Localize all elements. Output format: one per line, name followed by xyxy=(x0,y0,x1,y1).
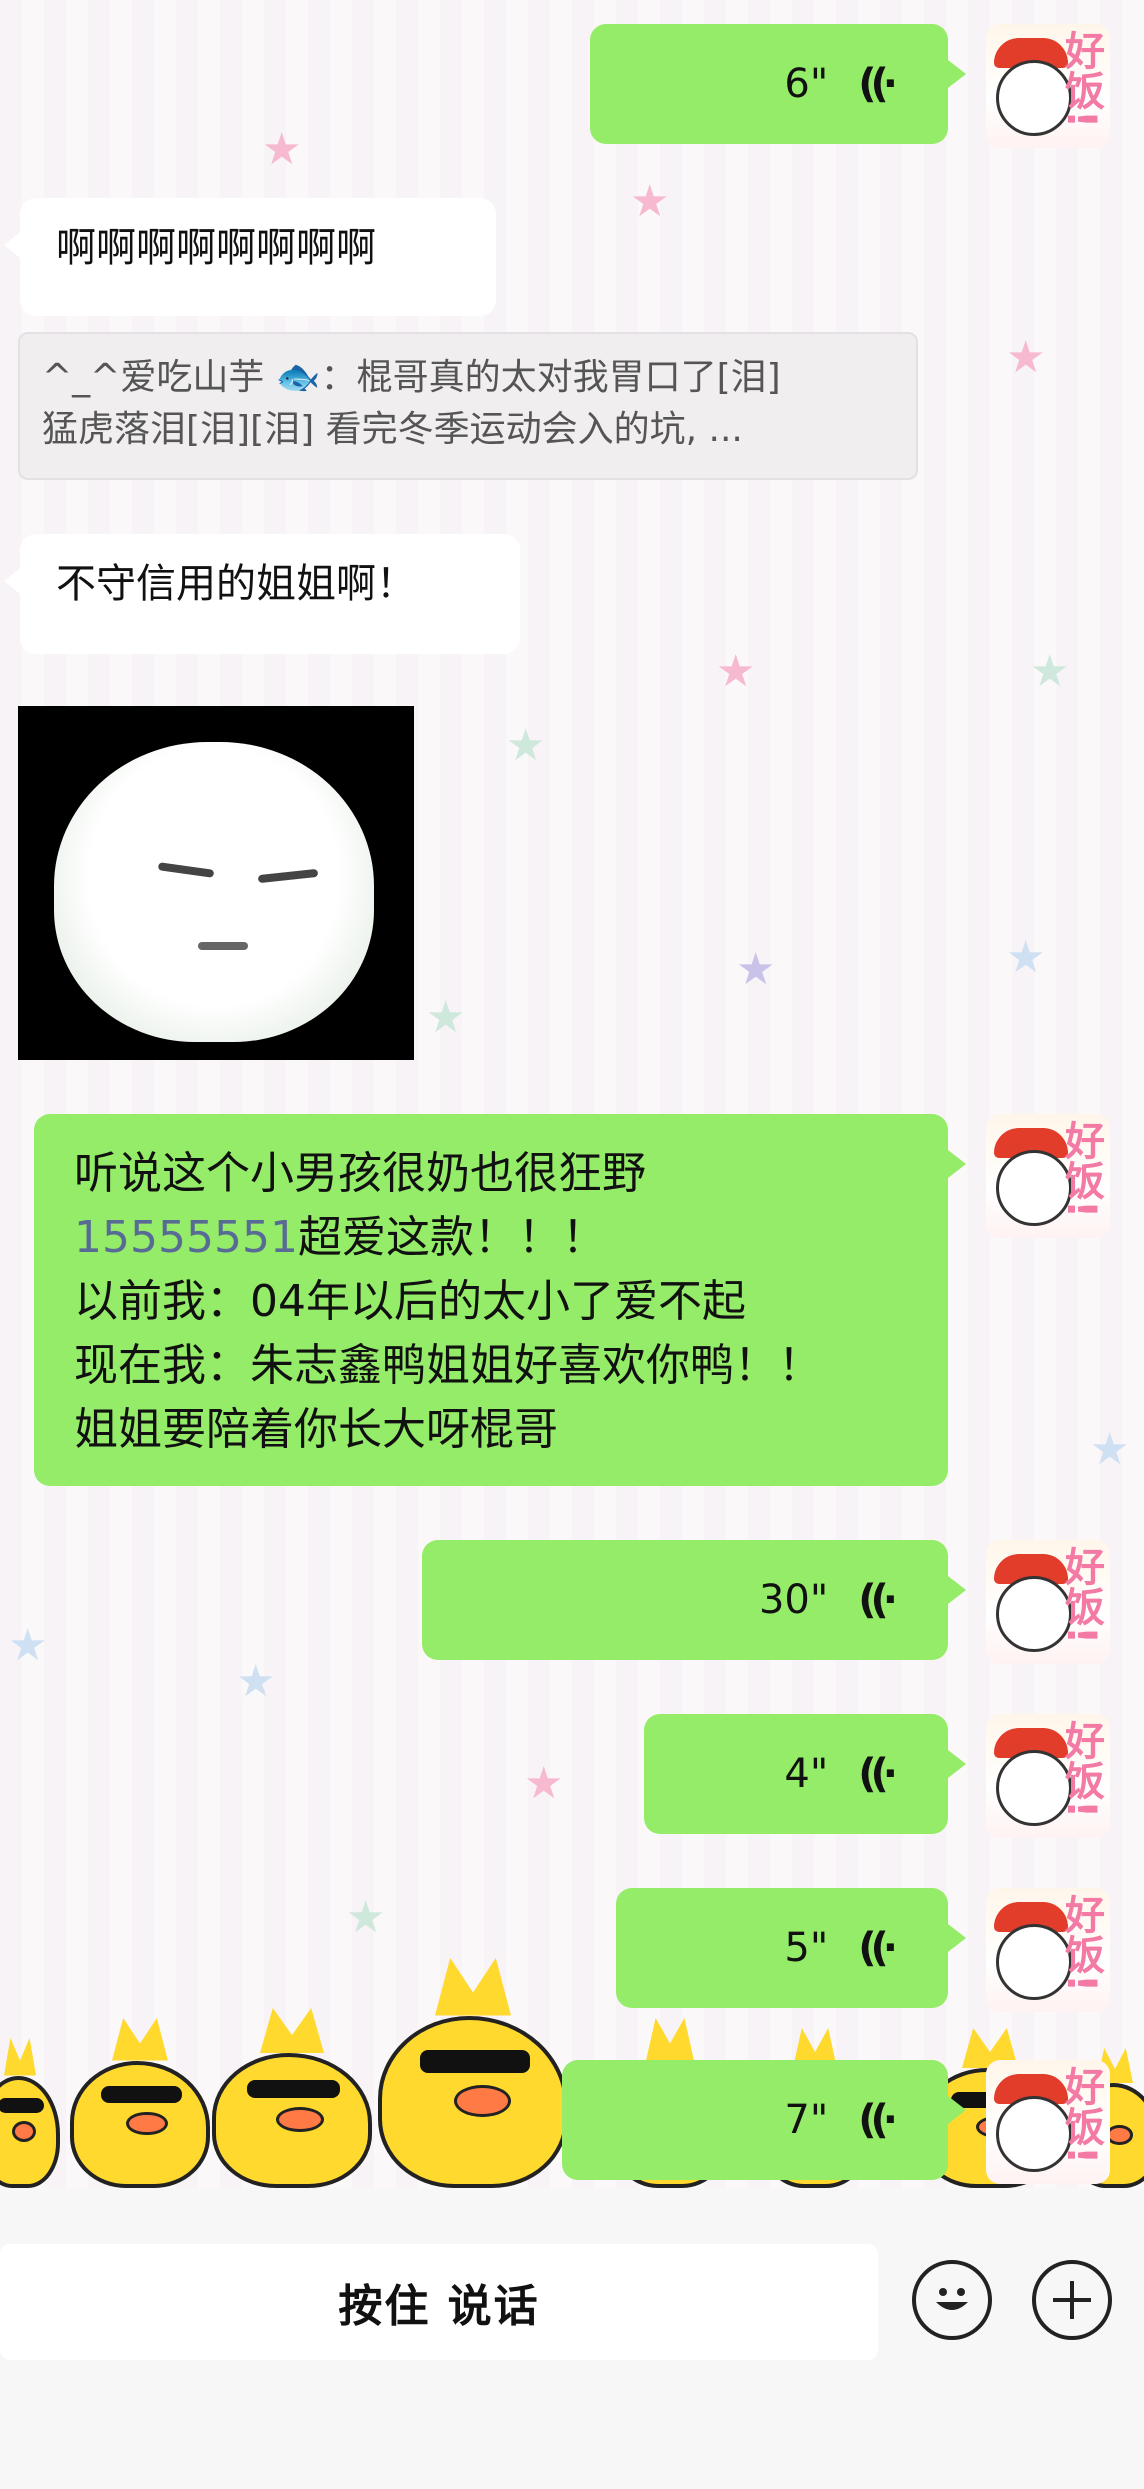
panda-meme-sticker[interactable] xyxy=(18,706,414,1060)
star-decoration: ★ xyxy=(506,720,546,771)
message-text: 不守信用的姐姐啊！ xyxy=(56,561,416,607)
message-text: 啊啊啊啊啊啊啊啊 xyxy=(56,225,376,271)
star-decoration: ★ xyxy=(736,944,776,995)
message-line: 现在我：朱志鑫鸭姐姐好喜欢你鸭！！ xyxy=(74,1340,822,1391)
message-line: 听说这个小男孩很奶也很狂野 xyxy=(74,1148,646,1199)
duck-sticker xyxy=(0,2038,60,2188)
message-line: 以前我：04年以后的太小了爱不起 xyxy=(74,1276,746,1327)
plus-icon[interactable] xyxy=(1032,2260,1112,2340)
phone-number-link[interactable]: 15555551 xyxy=(74,1212,298,1263)
text-message[interactable]: 不守信用的姐姐啊！ xyxy=(4,534,520,654)
star-decoration: ★ xyxy=(426,992,466,1043)
chat-background: ★ ★ ★ ★ ★ ★ ★ ★ ★ ★ ★ ★ ★ ★ 6" ((· 好饭! 啊… xyxy=(0,0,1144,2188)
input-bar: 按住 说话 xyxy=(0,2188,1144,2489)
voice-wave-icon: ((· xyxy=(858,1751,898,1797)
duck-sticker xyxy=(212,2008,372,2188)
voice-message[interactable]: 30" ((· xyxy=(422,1540,966,1660)
avatar[interactable]: 好饭! xyxy=(986,2060,1110,2184)
avatar[interactable]: 好饭! xyxy=(986,1540,1110,1664)
avatar-text: 好饭! xyxy=(1058,2066,1104,2165)
voice-message[interactable]: 7" ((· xyxy=(562,2060,966,2180)
voice-message[interactable]: 4" ((· xyxy=(644,1714,966,1834)
message-line: 超爱这款！！！ xyxy=(297,1212,606,1263)
avatar-text: 好饭! xyxy=(1058,30,1104,129)
voice-message[interactable]: 6" ((· xyxy=(590,24,966,144)
star-decoration: ★ xyxy=(8,1620,48,1671)
voice-wave-icon: ((· xyxy=(858,1577,898,1623)
avatar-text: 好饭! xyxy=(1058,1546,1104,1645)
text-message[interactable]: 听说这个小男孩很奶也很狂野 15555551超爱这款！！！ 以前我：04年以后的… xyxy=(34,1114,966,1486)
message-line: 姐姐要陪着你长大呀棍哥 xyxy=(74,1404,558,1455)
avatar-text: 好饭! xyxy=(1058,1120,1104,1219)
avatar-text: 好饭! xyxy=(1058,1720,1104,1819)
star-decoration: ★ xyxy=(1006,932,1046,983)
star-decoration: ★ xyxy=(524,1758,564,1809)
voice-duration: 30" xyxy=(758,1577,829,1623)
star-decoration: ★ xyxy=(1006,332,1046,383)
avatar[interactable]: 好饭! xyxy=(986,1114,1110,1238)
duck-sticker xyxy=(70,2018,210,2188)
star-decoration: ★ xyxy=(1030,646,1070,697)
duck-sticker xyxy=(378,1958,568,2188)
voice-duration: 6" xyxy=(784,61,829,107)
text-message[interactable]: 啊啊啊啊啊啊啊啊 xyxy=(4,198,496,316)
star-decoration: ★ xyxy=(346,1892,386,1943)
quoted-message[interactable]: ^_^爱吃山芋 🐟：棍哥真的太对我胃口了[泪] 猛虎落泪[泪][泪] 看完冬季运… xyxy=(18,332,918,480)
voice-duration: 4" xyxy=(784,1751,829,1797)
hold-to-talk-button[interactable]: 按住 说话 xyxy=(0,2244,878,2360)
voice-wave-icon: ((· xyxy=(858,61,898,107)
star-decoration: ★ xyxy=(1090,1424,1130,1475)
avatar[interactable]: 好饭! xyxy=(986,24,1110,148)
quote-line: 猛虎落泪[泪][泪] 看完冬季运动会入的坑, ... xyxy=(42,409,743,450)
quote-line: ^_^爱吃山芋 🐟：棍哥真的太对我胃口了[泪] xyxy=(42,357,781,398)
voice-wave-icon: ((· xyxy=(858,2097,898,2143)
voice-duration: 7" xyxy=(784,2097,829,2143)
smiley-icon[interactable] xyxy=(912,2260,992,2340)
star-decoration: ★ xyxy=(630,176,670,227)
star-decoration: ★ xyxy=(716,646,756,697)
star-decoration: ★ xyxy=(236,1656,276,1707)
star-decoration: ★ xyxy=(262,124,302,175)
avatar[interactable]: 好饭! xyxy=(986,1714,1110,1838)
